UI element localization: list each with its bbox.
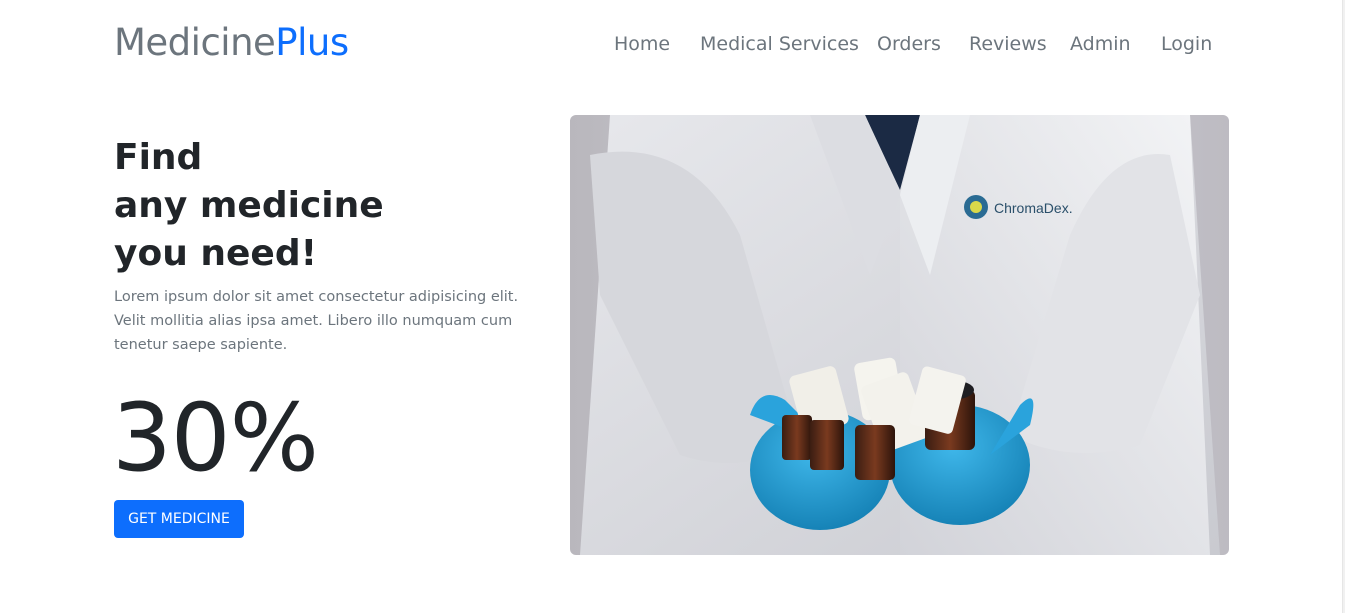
get-medicine-button[interactable]: GET MEDICINE bbox=[114, 500, 244, 538]
hero-description: Lorem ipsum dolor sit amet consectetur a… bbox=[114, 289, 519, 353]
hero-title: Find any medicine you need! bbox=[114, 134, 554, 278]
nav-orders[interactable]: Orders bbox=[877, 30, 941, 58]
nav-home[interactable]: Home bbox=[614, 30, 670, 58]
nav-reviews[interactable]: Reviews bbox=[969, 30, 1047, 58]
hero-title-line-1: Find bbox=[114, 137, 203, 178]
brand-logo[interactable]: MedicinePlus bbox=[114, 20, 349, 66]
nav-login[interactable]: Login bbox=[1161, 30, 1212, 58]
discount-value: 30% bbox=[112, 384, 319, 493]
hero-image-doctor-holding-medicine: ChromaDex. bbox=[570, 115, 1229, 555]
brand-name-part1: Medicine bbox=[114, 21, 276, 64]
hero-title-line-3: you need! bbox=[114, 233, 318, 274]
nav-medical-services[interactable]: Medical Services bbox=[700, 30, 859, 58]
hero-title-line-2: any medicine bbox=[114, 185, 384, 226]
coat-logo-text: ChromaDex. bbox=[994, 200, 1073, 216]
nav-admin[interactable]: Admin bbox=[1070, 30, 1131, 58]
brand-name-part2: Plus bbox=[275, 21, 349, 64]
